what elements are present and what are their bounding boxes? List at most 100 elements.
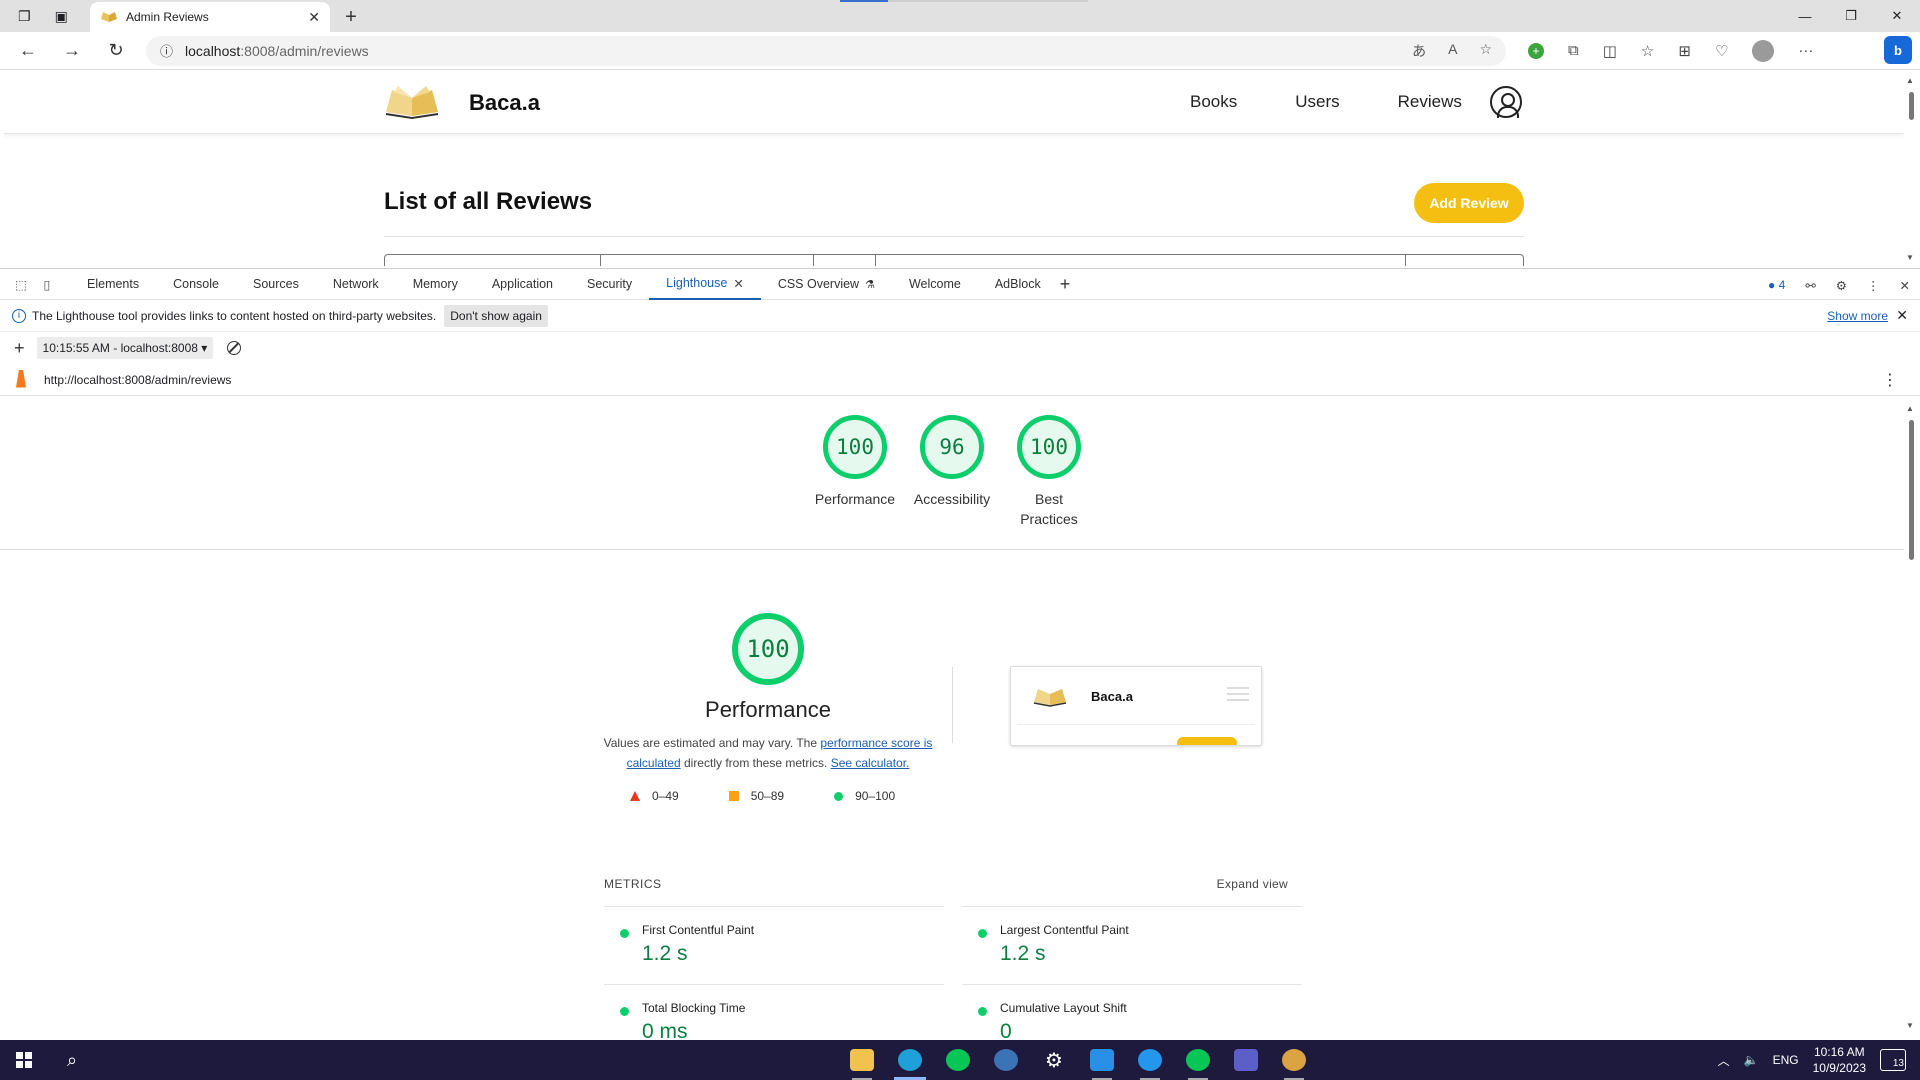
line-app-icon[interactable] [934, 1040, 982, 1080]
report-menu-kebab-icon[interactable]: ⋮ [1882, 370, 1898, 390]
close-devtools-icon[interactable]: ✕ [1900, 278, 1910, 293]
scroll-up-arrow-icon[interactable]: ▲ [1906, 76, 1914, 85]
experimental-flask-icon: ⚗ [865, 278, 875, 291]
settings-gear-icon[interactable]: ⚙ [1030, 1040, 1078, 1080]
tab-console[interactable]: Console [156, 268, 236, 300]
report-selector-dropdown[interactable]: 10:15:55 AM - localhost:8008 ▾ [36, 337, 214, 359]
customize-icon[interactable]: ⚯ [1805, 278, 1815, 293]
close-info-icon[interactable]: ✕ [1896, 307, 1908, 324]
book-favicon-icon [101, 12, 117, 22]
input-language[interactable]: ENG [1773, 1053, 1799, 1067]
profile-avatar[interactable] [1752, 39, 1775, 62]
gauge-performance[interactable]: 100 Performance [800, 415, 910, 509]
minimize-button[interactable]: — [1782, 0, 1828, 32]
see-calculator-link[interactable]: See calculator. [831, 756, 910, 770]
new-report-plus-icon[interactable]: + [14, 338, 25, 359]
tab-welcome[interactable]: Welcome [892, 268, 978, 300]
devtools-settings-gear-icon[interactable]: ⚙ [1836, 278, 1847, 293]
new-tab-button[interactable]: + [336, 2, 366, 32]
page-scrollbar[interactable]: ▲ ▼ [1906, 74, 1916, 262]
add-review-button[interactable]: Add Review [1414, 183, 1524, 223]
taskbar-search-icon[interactable]: ⌕ [48, 1050, 96, 1071]
browser-tab-strip: ❐ ▣ Admin Reviews ✕ + — ❐ ✕ [0, 0, 1920, 32]
close-tab-icon[interactable]: ✕ [308, 9, 320, 26]
back-button[interactable]: ← [6, 32, 50, 70]
inspect-element-icon[interactable]: ⬚ [8, 277, 34, 292]
collections-icon[interactable]: ⊞ [1678, 42, 1691, 60]
paint-icon[interactable] [1270, 1040, 1318, 1080]
score-summary: 100 Performance 96 Accessibility 100 Bes… [0, 397, 1904, 550]
steam-icon[interactable] [982, 1040, 1030, 1080]
refresh-button[interactable]: ↻ [94, 32, 138, 70]
site-info-icon[interactable]: ⓘ [160, 41, 173, 60]
edge-browser-icon[interactable] [886, 1040, 934, 1080]
book-logo-icon[interactable] [384, 84, 440, 120]
page-screenshot-thumbnail[interactable]: Baca.a [1010, 666, 1262, 746]
split-screen-icon[interactable]: ◫ [1603, 42, 1617, 60]
line-app-2-icon[interactable] [1174, 1040, 1222, 1080]
tab-lighthouse[interactable]: Lighthouse ✕ [649, 268, 761, 300]
browser-tab-admin-reviews[interactable]: Admin Reviews ✕ [90, 2, 330, 32]
address-bar[interactable]: ⓘ localhost:8008/admin/reviews あ A ☆ [146, 35, 1506, 66]
taskbar-clock[interactable]: 10:16 AM 10/9/2023 [1813, 1044, 1866, 1076]
volume-icon[interactable]: 🔈 [1744, 1053, 1759, 1067]
dont-show-again-button[interactable]: Don't show again [444, 304, 548, 327]
teams-icon[interactable] [1222, 1040, 1270, 1080]
more-tools-plus-icon[interactable]: + [1060, 274, 1071, 295]
nav-users[interactable]: Users [1295, 92, 1339, 112]
tab-lighthouse-label: Lighthouse [666, 276, 728, 290]
close-window-button[interactable]: ✕ [1874, 0, 1920, 32]
scroll-down-arrow-icon[interactable]: ▼ [1906, 1021, 1914, 1030]
forward-button[interactable]: → [50, 32, 94, 70]
file-explorer-icon[interactable] [838, 1040, 886, 1080]
nav-books[interactable]: Books [1190, 92, 1237, 112]
workspaces-icon[interactable]: ❐ [18, 8, 31, 25]
copilot-bing-icon[interactable]: b [1884, 36, 1912, 64]
tab-sources[interactable]: Sources [236, 268, 316, 300]
tab-security[interactable]: Security [570, 268, 649, 300]
tray-overflow-chevron-icon[interactable]: ︿ [1718, 1052, 1730, 1069]
tab-elements[interactable]: Elements [70, 268, 156, 300]
scroll-down-arrow-icon[interactable]: ▼ [1906, 253, 1914, 262]
settings-more-icon[interactable]: ··· [1798, 42, 1813, 59]
thumbnail-brand: Baca.a [1091, 689, 1133, 704]
report-url[interactable]: http://localhost:8008/admin/reviews [44, 373, 231, 387]
vscode-icon[interactable] [1078, 1040, 1126, 1080]
tab-application[interactable]: Application [475, 268, 570, 300]
site-brand[interactable]: Baca.a [469, 90, 540, 116]
docker-icon[interactable] [1126, 1040, 1174, 1080]
page-scrollbar-thumb[interactable] [1909, 92, 1914, 120]
expand-view-toggle[interactable]: Expand view [1217, 877, 1288, 891]
extension-green-icon[interactable]: + [1528, 42, 1544, 59]
clear-reports-icon[interactable] [227, 341, 242, 355]
scroll-up-arrow-icon[interactable]: ▲ [1906, 404, 1914, 413]
extensions-puzzle-icon[interactable]: ⧉ [1568, 42, 1579, 59]
tab-adblock[interactable]: AdBlock [978, 268, 1058, 300]
show-more-link[interactable]: Show more [1827, 309, 1888, 323]
metric-value: 0 [1000, 1020, 1012, 1040]
tab-network[interactable]: Network [316, 268, 396, 300]
gauge-best-practices[interactable]: 100 Best Practices [994, 415, 1104, 529]
metric-value: 1.2 s [1000, 942, 1046, 965]
gauge-performance-label: Performance [814, 491, 896, 507]
favorites-icon[interactable]: ☆ [1641, 42, 1654, 60]
favorite-star-icon[interactable]: ☆ [1479, 41, 1492, 61]
notifications-icon[interactable]: 13 [1880, 1049, 1906, 1071]
tab-css-overview[interactable]: CSS Overview ⚗ [761, 268, 892, 300]
read-aloud-icon[interactable]: A [1448, 41, 1457, 61]
restore-button[interactable]: ❐ [1828, 0, 1874, 32]
devtools-more-kebab-icon[interactable]: ⋮ [1867, 278, 1880, 293]
browser-essentials-icon[interactable]: ♡ [1715, 42, 1728, 60]
translate-icon[interactable]: あ [1412, 41, 1426, 61]
report-scrollbar[interactable]: ▲ ▼ [1906, 400, 1916, 1030]
tab-actions-icon[interactable]: ▣ [55, 8, 68, 25]
start-button[interactable] [0, 1052, 48, 1068]
device-toolbar-icon[interactable]: ▯ [34, 277, 60, 292]
gauge-accessibility[interactable]: 96 Accessibility [897, 415, 1007, 509]
issues-badge[interactable]: ● 4 [1768, 278, 1785, 292]
tab-memory[interactable]: Memory [396, 268, 475, 300]
user-account-icon[interactable] [1490, 86, 1522, 118]
nav-reviews[interactable]: Reviews [1398, 92, 1462, 112]
report-scrollbar-thumb[interactable] [1909, 420, 1914, 560]
close-lighthouse-tab-icon[interactable]: ✕ [733, 276, 743, 291]
